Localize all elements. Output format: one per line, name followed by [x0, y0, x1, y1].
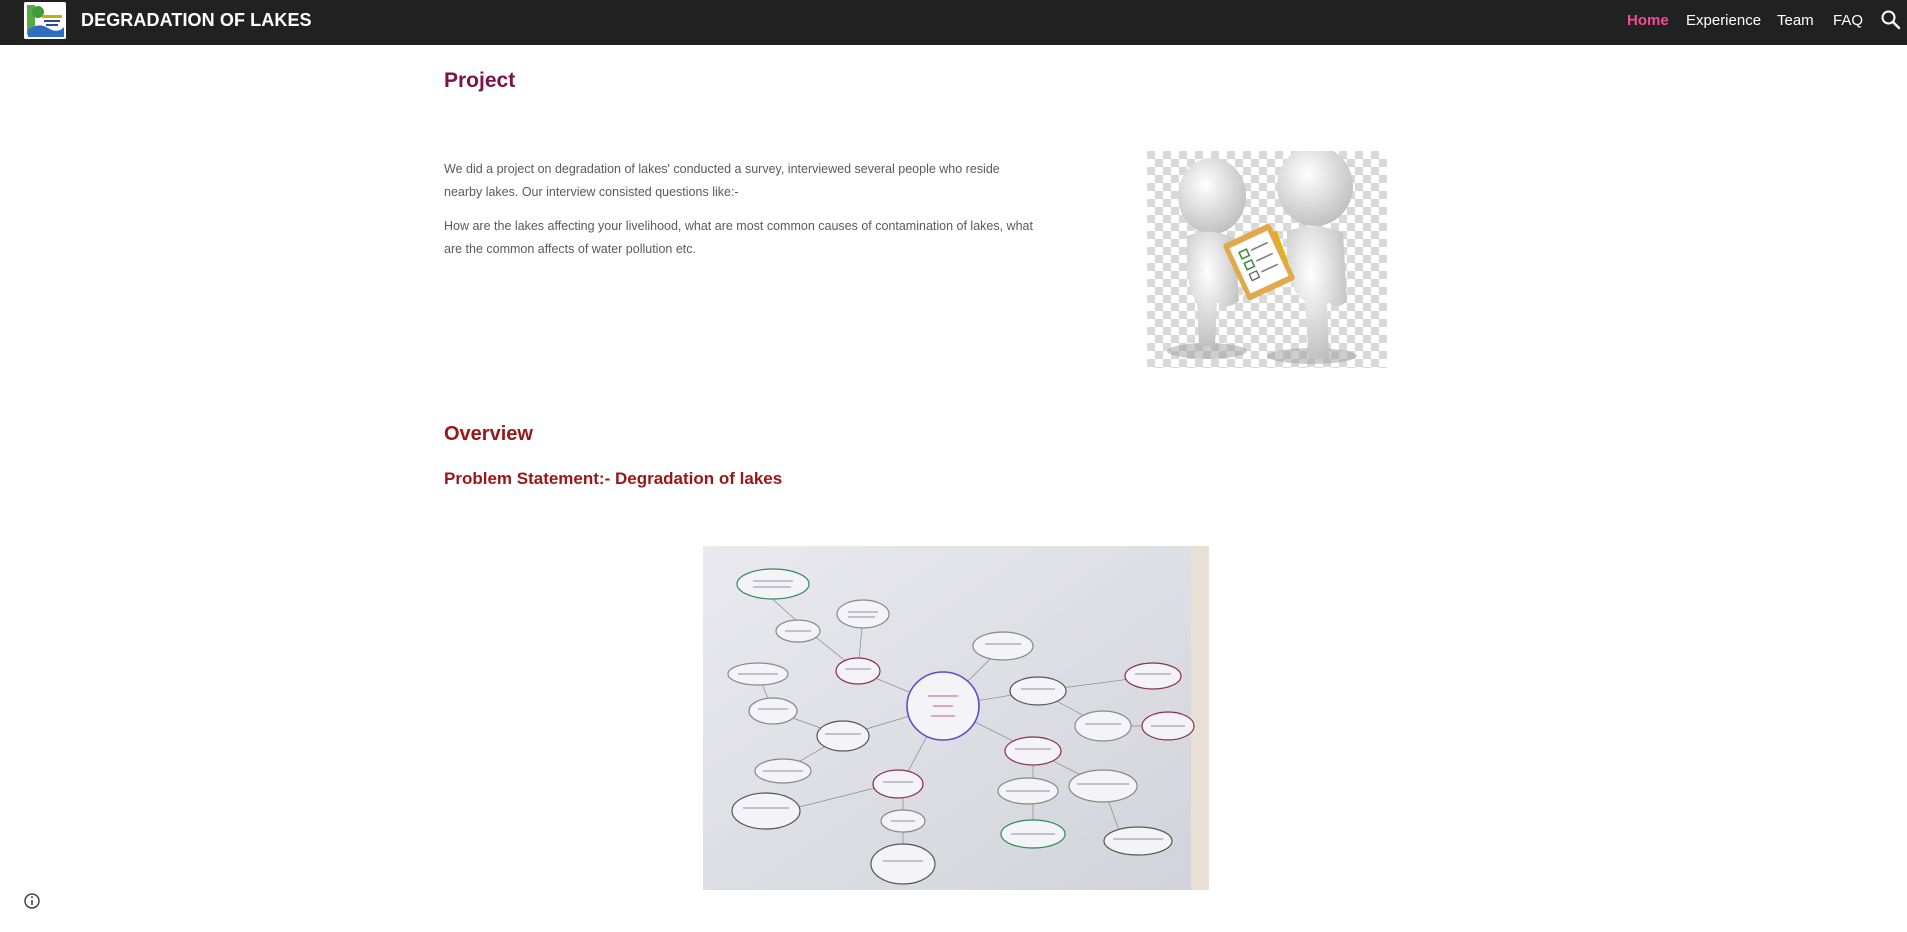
project-paragraph-2: How are the lakes affecting your livelih… [444, 219, 1033, 256]
lake-logo-icon[interactable] [24, 2, 66, 39]
nav-home[interactable]: Home [1627, 12, 1669, 29]
nav-experience[interactable]: Experience [1686, 12, 1761, 29]
mind-map-photo[interactable] [703, 546, 1209, 890]
nav-team[interactable]: Team [1777, 12, 1814, 29]
info-icon[interactable] [22, 891, 42, 911]
survey-illustration[interactable] [1147, 146, 1387, 368]
nav-faq[interactable]: FAQ [1833, 12, 1863, 29]
top-navigation-bar: DEGRADATION OF LAKES Home Experience Tea… [0, 0, 1907, 45]
site-title[interactable]: DEGRADATION OF LAKES [81, 10, 312, 31]
search-icon[interactable] [1879, 8, 1903, 32]
overview-heading: Overview [444, 423, 533, 445]
project-paragraph-1: We did a project on degradation of lakes… [444, 162, 1000, 199]
project-heading: Project [444, 69, 516, 92]
problem-statement-heading: Problem Statement:- Degradation of lakes [444, 469, 783, 488]
